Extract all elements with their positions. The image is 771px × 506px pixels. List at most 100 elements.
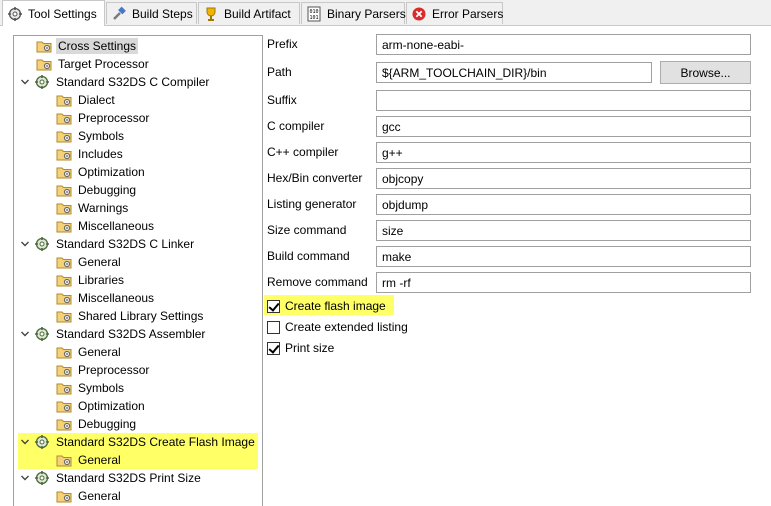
tree-item[interactable]: General: [56, 253, 123, 271]
folder-gear-icon: [56, 128, 72, 144]
checkbox-box[interactable]: [267, 320, 280, 334]
tree-item[interactable]: General: [56, 487, 123, 505]
browse-button[interactable]: Browse...: [660, 61, 751, 84]
tree-item[interactable]: Libraries: [56, 271, 126, 289]
folder-gear-icon: [36, 56, 52, 72]
print-size-checkbox[interactable]: Print size: [267, 339, 336, 357]
tree-item-label: Miscellaneous: [78, 291, 155, 305]
create-flash-image-checkbox[interactable]: Create flash image: [267, 297, 388, 315]
tree-item[interactable]: Warnings: [56, 199, 130, 217]
svg-text:101: 101: [310, 15, 319, 21]
tree-item[interactable]: Shared Library Settings: [56, 307, 205, 325]
size-command-input[interactable]: [376, 220, 751, 241]
tree-item-label: Dialect: [78, 93, 115, 107]
tree-item[interactable]: Debugging: [56, 415, 138, 433]
tree-item[interactable]: Optimization: [56, 397, 147, 415]
tree-item-label: Preprocessor: [78, 111, 150, 125]
chevron-down-icon[interactable]: [19, 238, 31, 250]
tree-item[interactable]: Standard S32DS C Compiler: [19, 73, 211, 91]
tree-item[interactable]: General: [56, 451, 123, 469]
suffix-input[interactable]: [376, 90, 751, 111]
tree-item[interactable]: Symbols: [56, 379, 126, 397]
tree-item[interactable]: Standard S32DS Print Size: [19, 469, 203, 487]
settings-tree[interactable]: Cross Settings Target Processor Standard S…: [13, 35, 263, 506]
prefix-input[interactable]: [376, 34, 751, 55]
tab-bar: Tool Settings Build Steps Build Artifact…: [0, 0, 771, 26]
chevron-down-icon[interactable]: [19, 76, 31, 88]
suffix-label: Suffix: [267, 93, 297, 107]
tree-item-label: Standard S32DS C Linker: [56, 237, 195, 251]
tree-item[interactable]: Symbols: [56, 127, 126, 145]
tree-item-label: Optimization: [78, 165, 145, 179]
chevron-down-icon[interactable]: [19, 328, 31, 340]
checkbox-label: Create extended listing: [285, 320, 408, 334]
tree-item[interactable]: Standard S32DS Create Flash Image: [19, 433, 257, 451]
tree-item[interactable]: Dialect: [56, 91, 117, 109]
tab-build-steps[interactable]: Build Steps: [106, 2, 197, 24]
cpp-compiler-input[interactable]: [376, 142, 751, 163]
error-parsers-icon: [411, 6, 427, 22]
tree-item-label: Cross Settings: [56, 38, 139, 54]
checkbox-label: Print size: [285, 341, 335, 355]
folder-gear-icon: [56, 344, 72, 360]
tree-item-label: Miscellaneous: [78, 219, 155, 233]
folder-gear-icon: [56, 488, 72, 504]
checkbox-box[interactable]: [267, 341, 280, 355]
tree-item-label: General: [78, 345, 121, 359]
path-input[interactable]: [376, 62, 652, 83]
hexbin-input[interactable]: [376, 168, 751, 189]
tree-item-label: General: [78, 489, 121, 503]
tab-tool-settings[interactable]: Tool Settings: [2, 0, 105, 26]
tool-gear-icon: [34, 74, 50, 90]
tab-error-parsers[interactable]: Error Parsers: [406, 2, 503, 24]
tab-label: Error Parsers: [432, 6, 504, 21]
chevron-down-icon[interactable]: [19, 436, 31, 448]
tree-item[interactable]: Preprocessor: [56, 361, 151, 379]
tree-item[interactable]: Standard S32DS C Linker: [19, 235, 196, 253]
folder-gear-icon: [56, 452, 72, 468]
tree-item-label: Warnings: [78, 201, 129, 215]
folder-gear-icon: [56, 362, 72, 378]
prefix-label: Prefix: [267, 37, 298, 51]
tree-row-highlight: [18, 451, 258, 469]
binary-parsers-icon: 010 101: [306, 6, 322, 22]
tree-item[interactable]: Includes: [56, 145, 125, 163]
tree-item[interactable]: Optimization: [56, 163, 147, 181]
checkbox-box[interactable]: [267, 299, 280, 313]
c-compiler-label: C compiler: [267, 119, 325, 133]
remove-command-input[interactable]: [376, 272, 751, 293]
tree-item[interactable]: Debugging: [56, 181, 138, 199]
build-command-label: Build command: [267, 249, 350, 263]
tool-gear-icon: [34, 470, 50, 486]
chevron-down-icon[interactable]: [19, 472, 31, 484]
folder-gear-icon: [56, 218, 72, 234]
build-command-input[interactable]: [376, 246, 751, 267]
tree-item[interactable]: Cross Settings: [36, 37, 139, 55]
folder-gear-icon: [56, 200, 72, 216]
tree-item-label: Symbols: [78, 381, 125, 395]
folder-gear-icon: [56, 146, 72, 162]
tree-item[interactable]: Miscellaneous: [56, 217, 156, 235]
c-compiler-input[interactable]: [376, 116, 751, 137]
hexbin-label: Hex/Bin converter: [267, 171, 363, 185]
tab-binary-parsers[interactable]: 010 101 Binary Parsers: [301, 2, 406, 24]
tool-settings-icon: [7, 6, 23, 22]
tree-item-label: Debugging: [78, 417, 137, 431]
tree-item[interactable]: Preprocessor: [56, 109, 151, 127]
tab-label: Tool Settings: [28, 6, 97, 21]
tree-item[interactable]: Miscellaneous: [56, 289, 156, 307]
folder-gear-icon: [56, 164, 72, 180]
tree-item[interactable]: Standard S32DS Assembler: [19, 325, 207, 343]
tree-item-label: Symbols: [78, 129, 125, 143]
tree-item[interactable]: General: [56, 343, 123, 361]
tree-item-label: Shared Library Settings: [78, 309, 204, 323]
folder-gear-icon: [56, 110, 72, 126]
tree-item-label: Standard S32DS Create Flash Image: [56, 435, 255, 449]
listing-generator-input[interactable]: [376, 194, 751, 215]
tree-item[interactable]: Target Processor: [36, 55, 151, 73]
folder-gear-icon: [56, 290, 72, 306]
tab-build-artifact[interactable]: Build Artifact: [198, 2, 300, 24]
path-label: Path: [267, 65, 292, 79]
create-extended-listing-checkbox[interactable]: Create extended listing: [267, 318, 410, 336]
folder-gear-icon: [56, 380, 72, 396]
